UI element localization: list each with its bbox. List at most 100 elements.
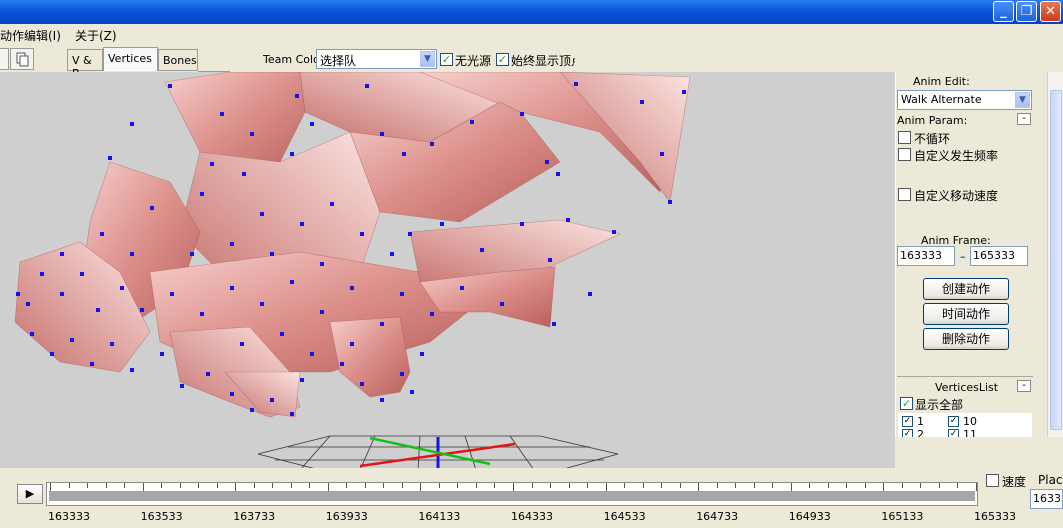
no-light-checkbox[interactable]: ✓ <box>440 53 453 66</box>
chevron-down-icon[interactable]: ▼ <box>1015 92 1030 108</box>
timeline-tick <box>87 483 89 488</box>
timeline-tick <box>513 483 514 491</box>
custom-move-speed-label: 自定义移动速度 <box>914 189 999 203</box>
toolbar-button-left[interactable] <box>0 48 9 70</box>
timeline-bar: ▶ 163333 163533 163733 163933 164133 164333 16… <box>0 468 1063 528</box>
custom-move-speed-checkbox[interactable] <box>898 188 911 201</box>
tab-bones[interactable]: Bones <box>158 49 198 71</box>
timeline-tick <box>587 483 589 488</box>
vertex-checkbox[interactable]: ✓ <box>902 416 913 427</box>
timeline-tick <box>198 483 200 488</box>
copy-button[interactable] <box>10 48 34 70</box>
timeline-tick <box>790 483 792 491</box>
timeline-label: 165333 <box>974 510 1016 523</box>
custom-rarity-label: 自定义发生频率 <box>914 149 999 163</box>
scrollbar-thumb[interactable] <box>1050 90 1062 430</box>
timeline-tick <box>401 483 403 488</box>
create-anim-button[interactable]: 创建动作 <box>923 278 1009 300</box>
team-color-select[interactable]: 选择队 ▼ <box>316 49 437 69</box>
speed-checkbox[interactable] <box>986 474 999 487</box>
vertices-list-collapse-button[interactable]: - <box>1017 380 1031 392</box>
timeline-tick <box>142 483 144 491</box>
anim-param-collapse-button[interactable]: - <box>1017 113 1031 125</box>
dragon-mesh <box>14 72 691 418</box>
timeline-tick <box>550 483 552 488</box>
timeline-tick <box>50 483 51 491</box>
timeline-tick <box>957 483 959 488</box>
timeline-tick <box>253 483 255 488</box>
no-light-label: 无光源 <box>455 54 492 68</box>
chevron-down-icon[interactable]: ▼ <box>420 51 435 67</box>
timeline-tick <box>661 483 663 488</box>
timeline-label: 163933 <box>325 510 368 523</box>
vertex-checkbox[interactable]: ✓ <box>948 429 959 437</box>
timeline-tick <box>679 483 681 488</box>
timeline-tick <box>827 483 829 488</box>
timeline-slider[interactable] <box>46 482 978 506</box>
minimize-button[interactable]: _ <box>993 1 1014 22</box>
maximize-button[interactable]: ❐ <box>1016 1 1037 22</box>
custom-rarity-checkbox[interactable] <box>898 148 911 161</box>
timeline-tick <box>161 483 163 488</box>
timeline-tick <box>68 483 70 488</box>
right-panel: Anim Edit: Walk Alternate ▼ Anim Param: … <box>895 72 1063 437</box>
copy-icon <box>16 52 29 67</box>
always-show-vertices-checkbox[interactable]: ✓ <box>496 53 509 66</box>
timeline-label: 163533 <box>140 510 183 523</box>
frame-start-input[interactable]: 163333 <box>897 246 955 266</box>
no-loop-checkbox[interactable] <box>898 131 911 144</box>
vertex-label: 11 <box>963 428 977 437</box>
axis-gizmo <box>359 436 516 468</box>
model-render[interactable] <box>0 72 895 468</box>
timeline-tick <box>290 483 292 488</box>
timeline-tick <box>420 483 422 491</box>
timeline-label: 164933 <box>788 510 831 523</box>
timeline-tick <box>809 483 811 488</box>
3d-viewport[interactable] <box>0 72 895 468</box>
place-input[interactable]: 16333 <box>1030 489 1063 509</box>
time-anim-button[interactable]: 时间动作 <box>923 303 1009 325</box>
timeline-label: 163333 <box>48 510 90 523</box>
timeline-tick <box>642 483 644 488</box>
menu-bar: 动作编辑(I) 关于(Z) <box>0 24 1063 44</box>
timeline-tick <box>124 483 126 488</box>
timeline-track[interactable] <box>49 491 975 501</box>
menu-anim-edit[interactable]: 动作编辑(I) <box>0 27 61 44</box>
vertex-label: 10 <box>963 415 977 428</box>
delete-anim-button[interactable]: 删除动作 <box>923 328 1009 350</box>
timeline-tick <box>864 483 866 488</box>
title-bar: _ ❐ ✕ <box>0 0 1063 24</box>
anim-select[interactable]: Walk Alternate ▼ <box>897 90 1032 110</box>
vertex-checkbox[interactable]: ✓ <box>902 429 913 437</box>
timeline-tick <box>216 483 218 488</box>
menu-about[interactable]: 关于(Z) <box>75 27 117 44</box>
vertex-label: 1 <box>917 415 924 428</box>
anim-select-value: Walk Alternate <box>901 93 982 106</box>
timeline-tick <box>438 483 440 488</box>
timeline-tick <box>475 483 477 488</box>
timeline-tick <box>753 483 755 488</box>
play-button[interactable]: ▶ <box>17 484 43 504</box>
vertex-label: 2 <box>917 428 924 437</box>
tab-vertices[interactable]: Vertices <box>103 47 158 71</box>
anim-param-label: Anim Param: <box>897 114 968 127</box>
vertices-list[interactable]: ✓ 1 ✓ 10 ✓ 2 ✓ 11 <box>898 413 1032 437</box>
show-all-checkbox[interactable]: ✓ <box>900 397 913 410</box>
frame-end-input[interactable]: 165333 <box>970 246 1028 266</box>
timeline-tick <box>938 483 940 488</box>
team-color-value: 选择队 <box>320 54 357 68</box>
timeline-tick <box>976 483 977 491</box>
timeline-label: 164333 <box>511 510 553 523</box>
tab-v-and-b[interactable]: V & B <box>67 49 103 80</box>
speed-label: 速度 <box>1002 475 1027 489</box>
vertex-checkbox[interactable]: ✓ <box>948 416 959 427</box>
show-all-label: 显示全部 <box>915 398 964 412</box>
toolbar: V & B Vertices Bones Team Color 选择队 ▼ ✓ … <box>0 44 1063 80</box>
always-show-vertices-label: 始终显示顶点 <box>511 54 575 68</box>
close-button[interactable]: ✕ <box>1040 1 1061 22</box>
panel-scrollbar[interactable] <box>1047 72 1063 437</box>
timeline-label: 163733 <box>233 510 276 523</box>
timeline-tick <box>846 483 848 488</box>
timeline-tick <box>309 483 311 488</box>
timeline-tick <box>883 483 885 491</box>
